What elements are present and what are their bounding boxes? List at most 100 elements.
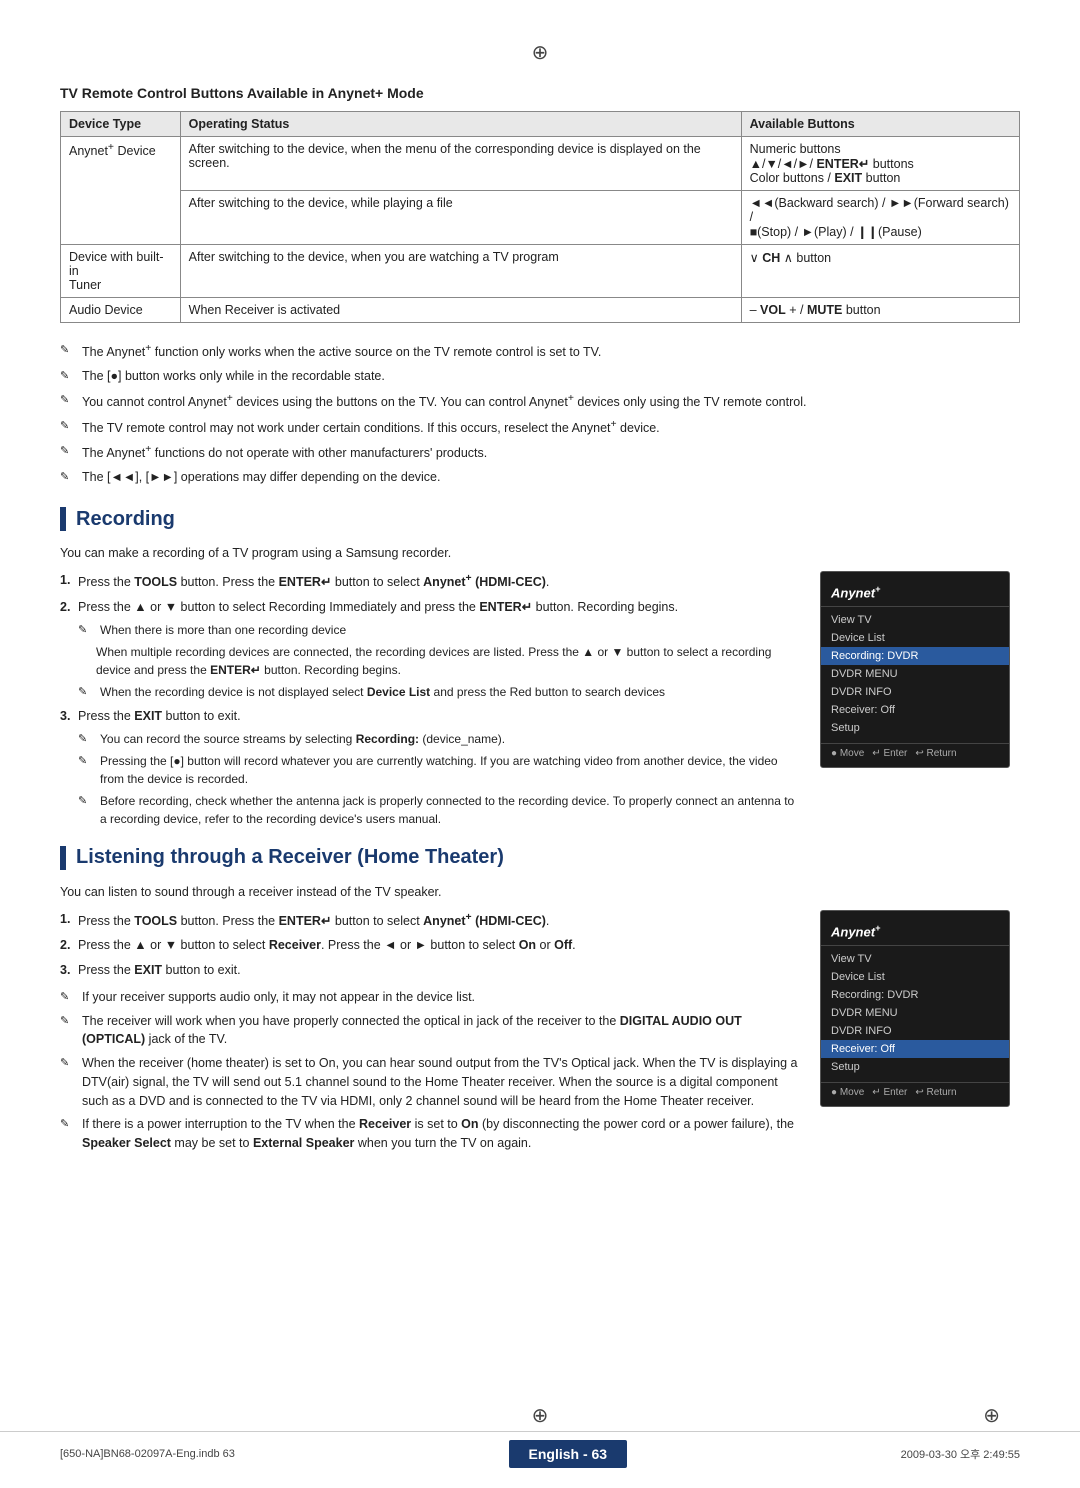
note-item: ✎ The [◄◄], [►►] operations may differ d…: [60, 468, 1020, 487]
device-anynet: Anynet+ Device: [61, 137, 181, 245]
listening-two-col: 1. Press the TOOLS button. Press the ENT…: [60, 910, 1020, 1173]
menu-item-setup: Setup: [821, 719, 1009, 737]
note-icon: ✎: [60, 418, 78, 435]
note-icon: ✎: [60, 1055, 78, 1072]
step-num-3: 3.: [60, 707, 70, 726]
buttons-tuner: ∨ CH ∧ button: [741, 245, 1019, 298]
step-num-l3: 3.: [60, 961, 70, 980]
subnote-item: ✎ Pressing the [●] button will record wh…: [78, 752, 800, 788]
step-3: 3. Press the EXIT button to exit. ✎ You …: [60, 707, 800, 828]
status-tuner: After switching to the device, when you …: [180, 245, 741, 298]
note-item: ✎ If your receiver supports audio only, …: [60, 988, 800, 1007]
table-section-title: TV Remote Control Buttons Available in A…: [60, 85, 1020, 101]
menu-item-dvdr-info-2: DVDR INFO: [821, 1022, 1009, 1040]
section-bar: [60, 507, 66, 531]
note-icon: ✎: [60, 368, 78, 385]
note-item: ✎ The Anynet+ function only works when t…: [60, 341, 1020, 362]
step-l1: 1. Press the TOOLS button. Press the ENT…: [60, 910, 800, 931]
anynet-menu-title: Anynet+: [821, 580, 1009, 607]
buttons-anynet-2: ◄◄(Backward search) / ►►(Forward search)…: [741, 191, 1019, 245]
step-num-l1: 1.: [60, 910, 70, 929]
buttons-audio: – VOL + / MUTE button: [741, 298, 1019, 323]
status-anynet-2: After switching to the device, while pla…: [180, 191, 741, 245]
table-row: Device with built-inTuner After switchin…: [61, 245, 1020, 298]
menu-item-receiver-off: Receiver: Off: [821, 701, 1009, 719]
step-num-2: 2.: [60, 598, 70, 617]
section-bar: [60, 846, 66, 870]
step-l2: 2. Press the ▲ or ▼ button to select Rec…: [60, 936, 800, 955]
bottom-compass-icon: ⊕: [532, 1403, 549, 1428]
device-audio: Audio Device: [61, 298, 181, 323]
listening-menu-col: Anynet+ View TV Device List Recording: D…: [820, 910, 1020, 1173]
anynet-menu-recording: Anynet+ View TV Device List Recording: D…: [820, 571, 1010, 768]
menu-item-dvdr-info: DVDR INFO: [821, 683, 1009, 701]
note-icon: ✎: [60, 989, 78, 1006]
note-item: ✎ The receiver will work when you have p…: [60, 1012, 800, 1050]
footer-left: [650-NA]BN68-02097A-Eng.indb 63: [60, 1448, 235, 1460]
menu-item-recording-dvdr: Recording: DVDR: [821, 647, 1009, 665]
listening-section-heading: Listening through a Receiver (Home Theat…: [60, 846, 1020, 870]
note-icon: ✎: [78, 793, 96, 810]
notes-top-list: ✎ The Anynet+ function only works when t…: [60, 341, 1020, 487]
step-num-1: 1.: [60, 571, 70, 590]
note-item: ✎ When the receiver (home theater) is se…: [60, 1054, 800, 1110]
recording-section-heading: Recording: [60, 507, 1020, 531]
recording-intro: You can make a recording of a TV program…: [60, 543, 1020, 563]
subnote-item: ✎ Before recording, check whether the an…: [78, 792, 800, 828]
recording-text-col: 1. Press the TOOLS button. Press the ENT…: [60, 571, 800, 835]
listening-steps: 1. Press the TOOLS button. Press the ENT…: [60, 910, 800, 980]
note-icon: ✎: [78, 622, 96, 639]
step-2: 2. Press the ▲ or ▼ button to select Rec…: [60, 598, 800, 701]
col-device-type: Device Type: [61, 112, 181, 137]
buttons-anynet-1: Numeric buttons ▲/▼/◄/►/ ENTER↵ buttons …: [741, 137, 1019, 191]
note-icon: ✎: [78, 731, 96, 748]
top-compass-icon: ⊕: [60, 40, 1020, 65]
anynet-menu-listening: Anynet+ View TV Device List Recording: D…: [820, 910, 1010, 1107]
anynet-menu-footer-2: ● Move ↵ Enter ↩ Return: [821, 1082, 1009, 1098]
col-operating-status: Operating Status: [180, 112, 741, 137]
recording-two-col: 1. Press the TOOLS button. Press the ENT…: [60, 571, 1020, 835]
page-container: ⊕ TV Remote Control Buttons Available in…: [0, 0, 1080, 1488]
note-item: ✎ The TV remote control may not work und…: [60, 417, 1020, 438]
recording-heading-text: Recording: [76, 508, 175, 531]
note-item: ✎ The Anynet+ functions do not operate w…: [60, 442, 1020, 463]
menu-item-device-list-2: Device List: [821, 968, 1009, 986]
subnote-item: ✎ You can record the source streams by s…: [78, 730, 800, 748]
menu-item-receiver-off-2: Receiver: Off: [821, 1040, 1009, 1058]
table-row: After switching to the device, while pla…: [61, 191, 1020, 245]
listening-text-col: 1. Press the TOOLS button. Press the ENT…: [60, 910, 800, 1173]
note-icon: ✎: [78, 753, 96, 770]
menu-item-view-tv: View TV: [821, 611, 1009, 629]
remote-table: Device Type Operating Status Available B…: [60, 111, 1020, 323]
menu-item-dvdr-menu-2: DVDR MENU: [821, 1004, 1009, 1022]
step-num-l2: 2.: [60, 936, 70, 955]
subnote-item: ✎ When there is more than one recording …: [78, 621, 800, 639]
table-row: Audio Device When Receiver is activated …: [61, 298, 1020, 323]
subnote-item: When multiple recording devices are conn…: [78, 643, 800, 679]
recording-steps: 1. Press the TOOLS button. Press the ENT…: [60, 571, 800, 827]
col-available-buttons: Available Buttons: [741, 112, 1019, 137]
menu-item-view-tv-2: View TV: [821, 950, 1009, 968]
listening-notes: ✎ If your receiver supports audio only, …: [60, 988, 800, 1153]
device-tuner: Device with built-inTuner: [61, 245, 181, 298]
note-icon: ✎: [60, 342, 78, 359]
anynet-menu-footer: ● Move ↵ Enter ↩ Return: [821, 743, 1009, 759]
table-row: Anynet+ Device After switching to the de…: [61, 137, 1020, 191]
step-l3: 3. Press the EXIT button to exit.: [60, 961, 800, 980]
status-audio: When Receiver is activated: [180, 298, 741, 323]
page-footer: [650-NA]BN68-02097A-Eng.indb 63 English …: [0, 1431, 1080, 1468]
recording-menu-col: Anynet+ View TV Device List Recording: D…: [820, 571, 1020, 835]
menu-item-setup-2: Setup: [821, 1058, 1009, 1076]
step-3-subnotes: ✎ You can record the source streams by s…: [78, 730, 800, 828]
note-item: ✎ If there is a power interruption to th…: [60, 1115, 800, 1153]
step-2-subnotes: ✎ When there is more than one recording …: [78, 621, 800, 701]
menu-item-dvdr-menu: DVDR MENU: [821, 665, 1009, 683]
note-icon: ✎: [60, 1116, 78, 1133]
note-item: ✎ The [●] button works only while in the…: [60, 367, 1020, 386]
note-icon: ✎: [60, 392, 78, 409]
menu-item-device-list: Device List: [821, 629, 1009, 647]
subnote-item: ✎ When the recording device is not displ…: [78, 683, 800, 701]
listening-heading-text: Listening through a Receiver (Home Theat…: [76, 846, 504, 869]
note-icon: ✎: [60, 469, 78, 486]
note-item: ✎ You cannot control Anynet+ devices usi…: [60, 391, 1020, 412]
